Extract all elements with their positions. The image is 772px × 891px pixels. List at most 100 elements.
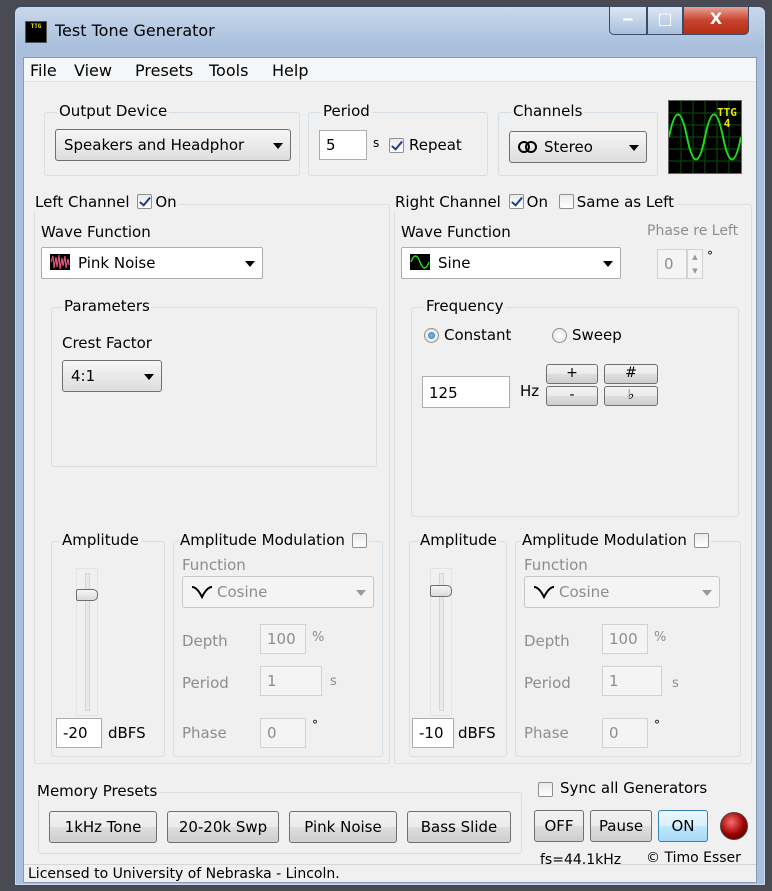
- sync-all-checkbox[interactable]: [538, 782, 553, 797]
- freq-flat-button[interactable]: ♭: [604, 386, 658, 406]
- right-fn-select[interactable]: Cosine: [524, 576, 720, 608]
- right-on-checkbox[interactable]: [508, 194, 524, 209]
- maximize-icon: □: [657, 9, 673, 28]
- right-amplitude-slider[interactable]: [430, 568, 452, 716]
- left-on-checkbox[interactable]: [137, 194, 153, 209]
- left-amplitude-group: Amplitude -20 dBFS: [51, 531, 165, 757]
- left-channel-title: Left Channel: [35, 193, 130, 211]
- right-amplitude-unit: dBFS: [458, 724, 496, 742]
- chevron-down-icon: [603, 261, 613, 267]
- app-icon-text: TTG: [30, 23, 42, 30]
- same-as-left-checkbox[interactable]: [558, 194, 574, 209]
- title-bar[interactable]: TTG Test Tone Generator ‒ □ X: [15, 7, 765, 57]
- menu-file[interactable]: File: [30, 61, 57, 80]
- left-fn-value: Cosine: [217, 583, 268, 601]
- left-amplitude-slider[interactable]: [76, 568, 98, 716]
- freq-plus-button[interactable]: +: [546, 364, 598, 384]
- repeat-checkbox[interactable]: [389, 138, 404, 153]
- minimize-button[interactable]: ‒: [609, 7, 647, 35]
- channels-label: Channels: [511, 102, 585, 120]
- sweep-radio[interactable]: [552, 328, 567, 343]
- right-fn-value: Cosine: [559, 583, 610, 601]
- left-wave-label: Wave Function: [41, 223, 151, 241]
- on-button[interactable]: ON: [658, 810, 708, 842]
- output-device-value: Speakers and Headphor: [64, 136, 245, 154]
- repeat-label: Repeat: [409, 136, 462, 154]
- power-led-indicator: [720, 812, 748, 840]
- right-channel-title: Right Channel: [395, 193, 501, 211]
- chevron-down-icon: [702, 590, 712, 596]
- left-am-checkbox[interactable]: [351, 533, 367, 548]
- chevron-down-icon: [245, 261, 255, 267]
- right-depth-input[interactable]: 100: [602, 624, 648, 654]
- output-device-select[interactable]: Speakers and Headphor: [55, 129, 291, 161]
- right-phase-input[interactable]: 0: [602, 718, 648, 748]
- spin-up-icon[interactable]: ▲: [688, 250, 702, 264]
- right-period-label: Period: [524, 674, 571, 692]
- menu-tools[interactable]: Tools: [209, 61, 248, 80]
- left-phase-input[interactable]: 0: [260, 718, 306, 748]
- right-wave-label: Wave Function: [401, 223, 511, 241]
- left-amplitude-input[interactable]: -20: [56, 718, 102, 748]
- cosine-icon: [533, 586, 555, 600]
- left-depth-input[interactable]: 100: [260, 624, 306, 654]
- right-am-checkbox[interactable]: [693, 533, 709, 548]
- chevron-down-icon: [273, 143, 283, 149]
- channels-select[interactable]: Stereo: [509, 131, 647, 163]
- phase-re-left-input[interactable]: 0: [657, 249, 687, 279]
- pause-button[interactable]: Pause: [590, 810, 652, 842]
- same-as-left-label: Same as Left: [576, 193, 675, 211]
- menu-presets[interactable]: Presets: [135, 61, 193, 80]
- close-icon: X: [709, 9, 723, 28]
- left-period-input[interactable]: 1: [260, 666, 322, 696]
- right-channel-label: Right Channel On Same as Left: [393, 193, 677, 211]
- right-am-title: Amplitude Modulation: [522, 531, 687, 549]
- freq-sharp-button[interactable]: #: [604, 364, 658, 384]
- frequency-unit: Hz: [520, 382, 540, 400]
- right-slider-thumb[interactable]: [430, 585, 452, 597]
- preset-pink-noise-button[interactable]: Pink Noise: [289, 811, 397, 843]
- period-input[interactable]: 5: [319, 130, 367, 160]
- right-am-label: Amplitude Modulation: [520, 531, 711, 549]
- off-button[interactable]: OFF: [534, 810, 584, 842]
- frequency-input[interactable]: 125: [422, 376, 510, 408]
- frequency-group: Frequency Constant Sweep 125 Hz + - # ♭: [411, 297, 739, 517]
- left-period-label: Period: [182, 674, 229, 692]
- right-amplitude-input[interactable]: -10: [412, 718, 454, 748]
- crest-factor-label: Crest Factor: [62, 334, 152, 352]
- right-phase-unit: °: [654, 718, 660, 732]
- left-slider-thumb[interactable]: [76, 589, 98, 601]
- left-depth-unit: %: [312, 630, 325, 645]
- left-fn-select[interactable]: Cosine: [182, 576, 374, 608]
- left-wave-value: Pink Noise: [78, 254, 156, 272]
- menu-view[interactable]: View: [74, 61, 112, 80]
- right-period-unit: s: [672, 676, 679, 691]
- menu-help[interactable]: Help: [272, 61, 308, 80]
- preset-20-20k-sweep-button[interactable]: 20-20k Swp: [167, 811, 279, 843]
- right-period-input[interactable]: 1: [602, 666, 662, 696]
- channels-value: Stereo: [544, 138, 593, 156]
- right-channel-group: Right Channel On Same as Left Wave Funct…: [393, 193, 752, 764]
- right-depth-label: Depth: [524, 632, 570, 650]
- app-icon[interactable]: TTG: [25, 21, 47, 43]
- left-wave-select[interactable]: Pink Noise: [41, 247, 263, 279]
- right-fn-label: Function: [524, 556, 588, 574]
- left-am-title: Amplitude Modulation: [180, 531, 345, 549]
- crest-factor-select[interactable]: 4:1: [62, 360, 162, 392]
- phase-re-left-spinner[interactable]: ▲ ▼: [687, 249, 703, 279]
- maximize-button[interactable]: □: [647, 7, 683, 35]
- left-fn-label: Function: [182, 556, 246, 574]
- phase-re-left-unit: °: [707, 249, 713, 263]
- close-button[interactable]: X: [683, 7, 749, 35]
- preset-1khz-tone-button[interactable]: 1kHz Tone: [49, 811, 157, 843]
- left-phase-unit: °: [312, 718, 318, 732]
- menu-bar: File View Presets Tools Help: [24, 58, 756, 82]
- spin-down-icon[interactable]: ▼: [688, 264, 702, 278]
- left-channel-group: Left Channel On Wave Function Pink Noise…: [33, 193, 390, 764]
- freq-minus-button[interactable]: -: [546, 386, 598, 406]
- pink-noise-icon: [50, 254, 70, 270]
- ttg-logo: TTG 4: [668, 100, 742, 174]
- constant-radio[interactable]: [424, 328, 439, 343]
- right-wave-select[interactable]: Sine: [401, 247, 621, 279]
- preset-bass-slide-button[interactable]: Bass Slide: [407, 811, 511, 843]
